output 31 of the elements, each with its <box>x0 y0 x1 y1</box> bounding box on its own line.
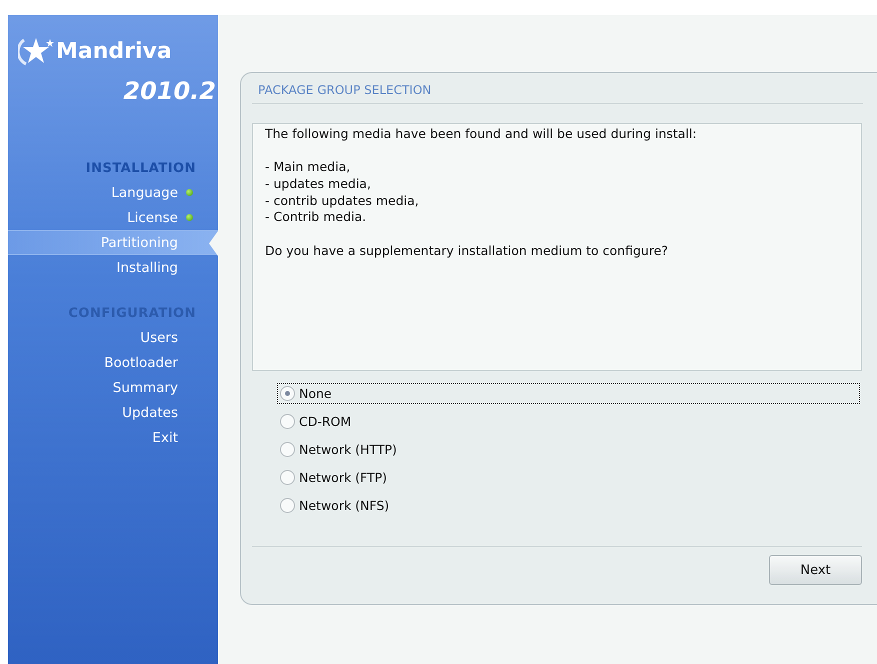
message-text: - Main media, <box>265 159 352 176</box>
option-label[interactable]: Network (NFS) <box>299 498 390 513</box>
next-button[interactable]: Next <box>769 555 862 585</box>
step-item: Updates <box>121 404 179 422</box>
option-label[interactable]: None <box>299 386 332 401</box>
step-item: Users <box>139 328 179 348</box>
star-logo-icon <box>18 36 54 66</box>
radio-button[interactable] <box>280 386 295 401</box>
section-title: INSTALLATION <box>84 160 197 178</box>
message-text: - Contrib media. <box>265 209 368 226</box>
brand-name: Mandriva <box>56 38 172 64</box>
option-label[interactable]: CD-ROM <box>299 414 352 429</box>
message-text: The following media have been found and will be used during install: <box>265 126 698 143</box>
version-label: 2010.2 <box>123 76 216 105</box>
step-item: License <box>8 205 218 230</box>
step-item: Language <box>8 180 218 205</box>
radio-button[interactable] <box>280 414 295 429</box>
step-item: Installing <box>115 258 179 278</box>
current-step: Partitioning <box>8 230 218 255</box>
step-item: Summary <box>112 378 179 398</box>
option-label[interactable]: Network (FTP) <box>299 470 388 485</box>
radio-button[interactable] <box>280 442 295 457</box>
step-item: Exit <box>151 428 179 448</box>
panel-title: PACKAGE GROUP SELECTION <box>252 83 863 104</box>
option-label[interactable]: Network (HTTP) <box>299 442 397 457</box>
radio-button[interactable] <box>280 470 295 485</box>
message-text: - contrib updates media, <box>265 192 420 210</box>
message-text: Do you have a supplementary installation medium to configure? <box>265 242 670 260</box>
radio-button[interactable] <box>280 498 295 513</box>
message-text: - updates media, <box>265 176 372 193</box>
step-item: Bootloader <box>103 354 179 372</box>
